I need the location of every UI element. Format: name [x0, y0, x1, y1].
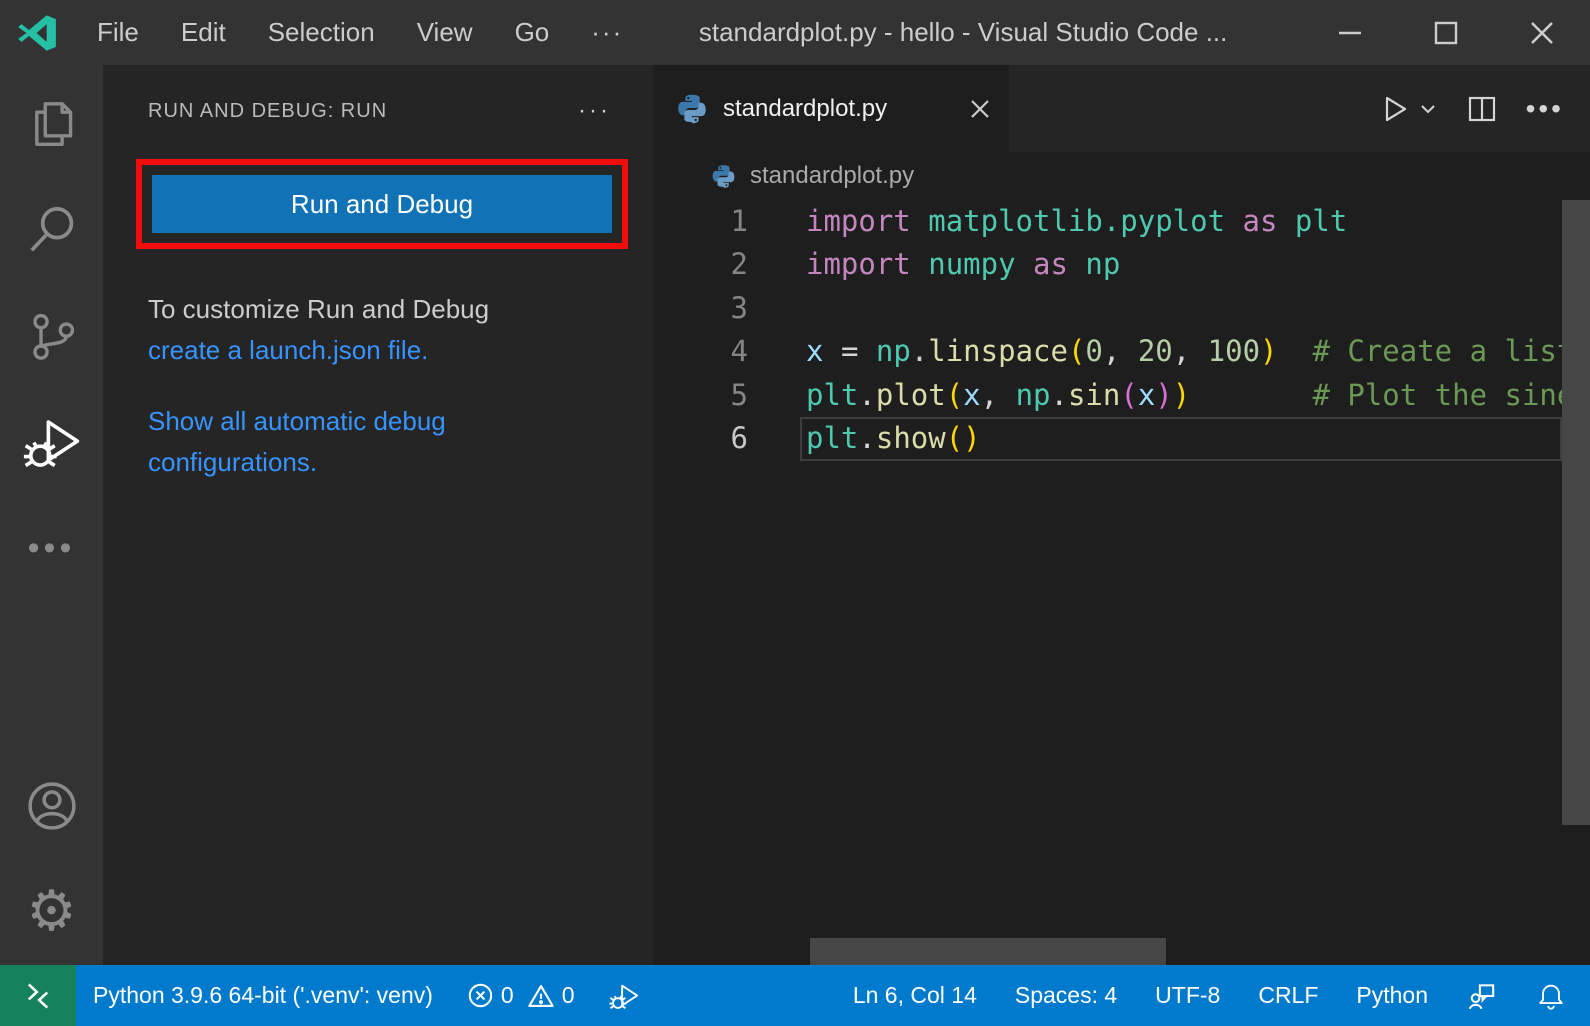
encoding-setting[interactable]: UTF-8 [1136, 965, 1239, 1026]
customize-hint-text: To customize Run and Debug [148, 294, 489, 324]
code-line-6[interactable]: 6plt.show() [653, 417, 1590, 460]
problems-indicator[interactable]: 0 0 [450, 965, 592, 1026]
menu-edit[interactable]: Edit [160, 0, 247, 65]
close-button[interactable] [1494, 0, 1590, 65]
run-python-file-button[interactable] [1378, 93, 1438, 125]
split-editor-button[interactable] [1466, 93, 1498, 125]
run-icon [1378, 93, 1410, 125]
sidebar-more-actions[interactable]: ··· [578, 97, 611, 125]
line-content [748, 287, 806, 330]
maximize-button[interactable] [1398, 0, 1494, 65]
menu-more[interactable]: ··· [570, 0, 644, 65]
vertical-scrollbar[interactable] [1562, 200, 1590, 825]
code-line-5[interactable]: 5plt.plot(x, np.sin(x)) # Plot the sine [653, 374, 1590, 417]
line-number: 5 [653, 374, 748, 417]
menu-go[interactable]: Go [494, 0, 571, 65]
notifications-button[interactable] [1517, 965, 1590, 1026]
source-control-icon [25, 309, 79, 363]
code-line-4[interactable]: 4x = np.linspace(0, 20, 100) # Create a … [653, 330, 1590, 373]
eol-setting[interactable]: CRLF [1239, 965, 1337, 1026]
status-bar: Python 3.9.6 64-bit ('.venv': venv) 0 0 … [0, 965, 1590, 1026]
run-and-debug-button[interactable] [0, 389, 103, 495]
line-content: x = np.linspace(0, 20, 100) # Create a l… [748, 330, 1574, 373]
debug-status[interactable] [592, 965, 656, 1026]
settings-button[interactable]: ⚙ [0, 859, 103, 965]
cursor-position[interactable]: Ln 6, Col 14 [834, 965, 996, 1026]
debug-icon [609, 981, 639, 1011]
account-icon [24, 778, 80, 834]
title-bar: File Edit Selection View Go ··· standard… [0, 0, 1590, 65]
menu-selection[interactable]: Selection [247, 0, 396, 65]
code-editor[interactable]: 1import matplotlib.pyplot as plt2import … [653, 200, 1590, 965]
breadcrumb[interactable]: standardplot.py [653, 152, 1590, 200]
python-icon [710, 163, 737, 190]
breadcrumb-file-label[interactable]: standardplot.py [750, 162, 914, 190]
editor-group: standardplot.py ••• [653, 65, 1590, 965]
tab-label: standardplot.py [723, 95, 887, 123]
minimize-button[interactable] [1302, 0, 1398, 65]
line-number: 1 [653, 200, 748, 243]
remote-indicator[interactable] [0, 965, 76, 1026]
more-actions-icon[interactable]: ••• [1526, 93, 1564, 125]
interpreter-label: Python 3.9.6 64-bit ('.venv': venv) [93, 982, 433, 1009]
warning-count: 0 [562, 982, 575, 1009]
line-content: plt.plot(x, np.sin(x)) # Plot the sine [748, 374, 1574, 417]
create-launch-json-link[interactable]: create a launch.json file. [148, 330, 613, 371]
more-icon: ••• [28, 529, 76, 568]
explorer-button[interactable] [0, 71, 103, 177]
feedback-icon [1466, 980, 1498, 1012]
tab-bar: standardplot.py ••• [653, 65, 1590, 152]
notifications-bell-icon [1536, 981, 1566, 1011]
red-annotation-box: Run and Debug [136, 159, 628, 249]
line-number: 6 [653, 417, 748, 460]
search-icon [25, 203, 79, 257]
line-number: 4 [653, 330, 748, 373]
files-icon [25, 97, 79, 151]
line-content: plt.show() [748, 417, 981, 460]
menu-view[interactable]: View [396, 0, 494, 65]
line-number: 2 [653, 243, 748, 286]
python-icon [675, 92, 709, 126]
line-content: import matplotlib.pyplot as plt [748, 200, 1347, 243]
feedback-button[interactable] [1447, 965, 1517, 1026]
run-and-debug-icon [23, 413, 81, 471]
run-dropdown-chevron-icon[interactable] [1418, 99, 1438, 119]
warning-icon [527, 982, 555, 1010]
run-debug-sidebar: RUN AND DEBUG: RUN ··· Run and Debug To … [103, 65, 653, 965]
sidebar-title: RUN AND DEBUG: RUN [148, 100, 578, 123]
window-title: standardplot.py - hello - Visual Studio … [644, 17, 1302, 48]
language-mode[interactable]: Python [1337, 965, 1447, 1026]
tab-close-icon[interactable] [967, 96, 993, 122]
remote-indicator-icon [23, 981, 53, 1011]
show-debug-configurations-link[interactable]: Show all automatic debug configurations. [148, 401, 533, 483]
additional-views-button[interactable]: ••• [0, 495, 103, 601]
vscode-logo [16, 12, 58, 54]
activity-bar: ••• ⚙ [0, 65, 103, 965]
code-line-1[interactable]: 1import matplotlib.pyplot as plt [653, 200, 1590, 243]
indentation-setting[interactable]: Spaces: 4 [996, 965, 1136, 1026]
code-line-3[interactable]: 3 [653, 287, 1590, 330]
search-button[interactable] [0, 177, 103, 283]
run-and-debug-action-button[interactable]: Run and Debug [152, 175, 612, 233]
tab-standardplot-py[interactable]: standardplot.py [653, 65, 1009, 152]
code-line-2[interactable]: 2import numpy as np [653, 243, 1590, 286]
error-count: 0 [501, 982, 514, 1009]
line-number: 3 [653, 287, 748, 330]
settings-gear-icon: ⚙ [26, 884, 76, 940]
menu-file[interactable]: File [76, 0, 160, 65]
python-interpreter-selector[interactable]: Python 3.9.6 64-bit ('.venv': venv) [76, 965, 450, 1026]
code-lines: 1import matplotlib.pyplot as plt2import … [653, 200, 1590, 460]
source-control-button[interactable] [0, 283, 103, 389]
line-content: import numpy as np [748, 243, 1120, 286]
horizontal-scrollbar[interactable] [810, 938, 1166, 965]
account-button[interactable] [0, 753, 103, 859]
error-icon [467, 982, 494, 1009]
